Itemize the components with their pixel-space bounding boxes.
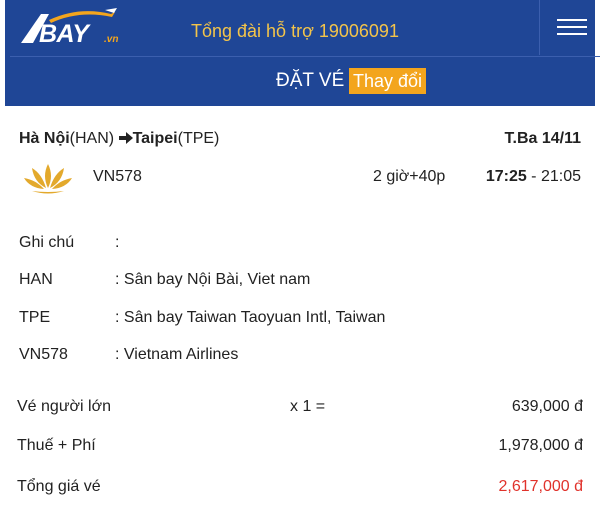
vietnam-airlines-lotus-icon: [24, 164, 72, 194]
flight-date: T.Ba 14/11: [504, 130, 582, 147]
destination-code-label: TPE: [19, 309, 51, 326]
logo-text: BAY: [39, 20, 89, 48]
total-price-row: Tổng giá vé 2,617,000 đ: [17, 478, 583, 498]
menu-line-icon: [557, 33, 587, 35]
airline-name: : Vietnam Airlines: [115, 346, 239, 363]
destination-airport-name: : Sân bay Taiwan Taoyuan Intl, Taiwan: [115, 309, 386, 326]
note-label: Ghi chú: [19, 234, 75, 251]
menu-line-icon: [557, 19, 587, 21]
note-value: :: [115, 234, 120, 251]
menu-line-icon: [557, 26, 587, 28]
to-code: (TPE): [177, 130, 220, 147]
origin-airport-name: : Sân bay Nội Bài, Viet nam: [115, 271, 311, 288]
from-city: Hà Nội: [19, 130, 70, 147]
hamburger-menu-button[interactable]: [539, 0, 600, 55]
tax-fee-amount: 1,978,000 đ: [498, 437, 583, 454]
flight-duration: 2 giờ+40p: [373, 168, 446, 185]
from-code: (HAN): [69, 130, 115, 147]
hotline-text[interactable]: Tổng đài hỗ trợ 19006091: [191, 21, 399, 42]
flight-times: 17:25 - 21:05: [485, 168, 581, 185]
arrow-right-icon: [118, 132, 133, 144]
to-city: Taipei: [132, 130, 178, 147]
depart-time: 17:25: [485, 168, 527, 185]
app-header: BAY .vn Tổng đài hỗ trợ 19006091 ĐẶT VÉ …: [5, 0, 600, 106]
adult-fare-label: Vé người lớn: [17, 398, 111, 415]
adult-fare-row: Vé người lớn x 1 = 639,000 đ: [17, 398, 583, 418]
total-price-label: Tổng giá vé: [17, 478, 101, 495]
arrive-time: 21:05: [540, 168, 581, 185]
tax-fee-row: Thuế + Phí 1,978,000 đ: [17, 437, 583, 457]
flight-code-label: VN578: [19, 346, 68, 363]
origin-code-label: HAN: [19, 271, 53, 288]
logo-suffix: .vn: [104, 34, 119, 45]
change-button[interactable]: Thay đổi: [349, 68, 427, 94]
flight-number: VN578: [93, 168, 142, 185]
adult-fare-amount: 639,000 đ: [511, 398, 583, 415]
abay-logo[interactable]: BAY .vn: [19, 8, 119, 50]
total-price-amount: 2,617,000 đ: [498, 478, 583, 495]
tax-fee-label: Thuế + Phí: [17, 437, 96, 454]
booking-bar: ĐẶT VÉ Thay đổi: [10, 56, 600, 107]
adult-quantity: x 1 =: [290, 398, 326, 415]
route-line: Hà Nội(HAN) Taipei(TPE): [19, 130, 219, 148]
booking-title: ĐẶT VÉ: [276, 70, 345, 91]
